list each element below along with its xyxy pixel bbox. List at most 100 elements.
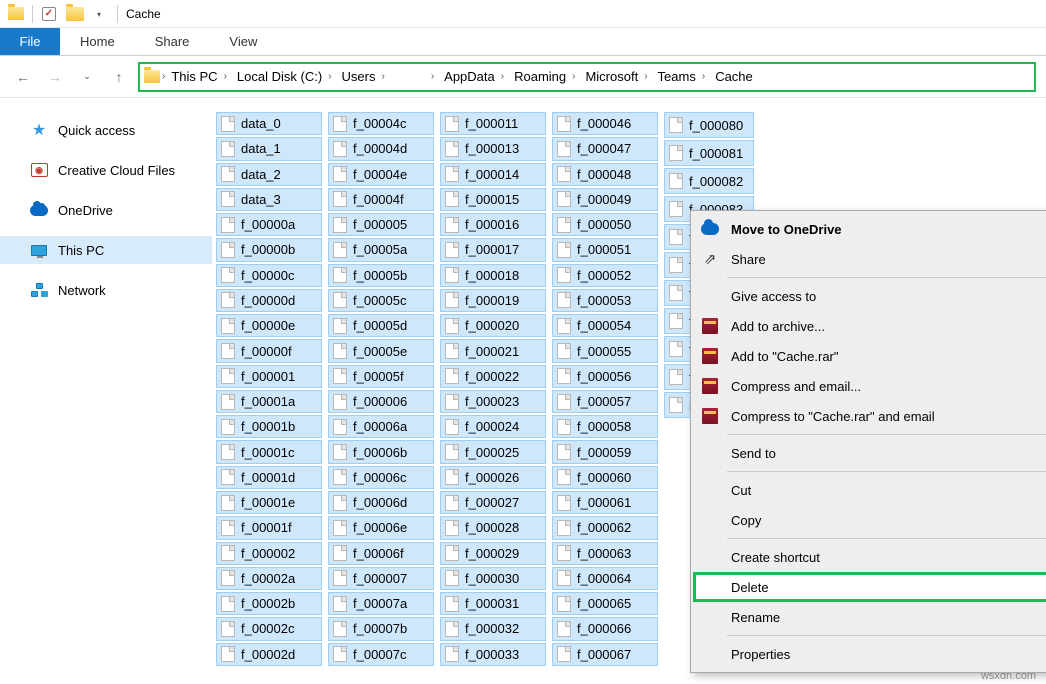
file-item[interactable]: f_000030	[440, 567, 546, 590]
file-item[interactable]: f_000033	[440, 643, 546, 666]
file-item[interactable]: f_000031	[440, 592, 546, 615]
chevron-right-icon[interactable]: ›	[224, 71, 227, 82]
file-item[interactable]: f_00006e	[328, 516, 434, 539]
file-item[interactable]: data_2	[216, 163, 322, 186]
file-item[interactable]: f_000050	[552, 213, 658, 236]
file-item[interactable]: f_000032	[440, 617, 546, 640]
file-item[interactable]: f_000007	[328, 567, 434, 590]
sidebar-item-quick-access[interactable]: ★Quick access	[0, 116, 212, 144]
file-item[interactable]: f_000049	[552, 188, 658, 211]
file-item[interactable]: f_000025	[440, 440, 546, 463]
file-item[interactable]: f_000017	[440, 238, 546, 261]
chevron-right-icon[interactable]: ›	[572, 71, 575, 82]
file-item[interactable]: f_00001c	[216, 440, 322, 463]
file-item[interactable]: f_00001b	[216, 415, 322, 438]
file-item[interactable]: f_000063	[552, 542, 658, 565]
file-item[interactable]: f_000011	[440, 112, 546, 135]
file-item[interactable]: data_0	[216, 112, 322, 135]
file-item[interactable]: f_00007c	[328, 643, 434, 666]
file-item[interactable]: f_000018	[440, 264, 546, 287]
forward-button[interactable]: →	[42, 64, 68, 90]
file-item[interactable]: f_000056	[552, 365, 658, 388]
file-item[interactable]: f_000057	[552, 390, 658, 413]
history-dropdown[interactable]: ⌄	[74, 64, 100, 90]
chevron-right-icon[interactable]: ›	[431, 71, 434, 82]
file-item[interactable]: f_000027	[440, 491, 546, 514]
file-item[interactable]: f_000006	[328, 390, 434, 413]
sidebar-item-creative-cloud[interactable]: ◉Creative Cloud Files	[0, 156, 212, 184]
file-item[interactable]: f_000060	[552, 466, 658, 489]
ctx-move-onedrive[interactable]: Move to OneDrive	[693, 214, 1046, 244]
file-item[interactable]: f_000066	[552, 617, 658, 640]
file-item[interactable]: f_000022	[440, 365, 546, 388]
ctx-rename[interactable]: Rename	[693, 602, 1046, 632]
ctx-compress-cache-email[interactable]: Compress to "Cache.rar" and email	[693, 401, 1046, 431]
file-item[interactable]: f_00005f	[328, 365, 434, 388]
file-item[interactable]: f_00000a	[216, 213, 322, 236]
sidebar-item-onedrive[interactable]: OneDrive	[0, 196, 212, 224]
file-item[interactable]: f_000052	[552, 264, 658, 287]
folder-qat-button[interactable]	[63, 3, 87, 25]
sidebar-item-this-pc[interactable]: This PC	[0, 236, 212, 264]
file-item[interactable]: f_00005e	[328, 339, 434, 362]
ctx-properties[interactable]: Properties	[693, 639, 1046, 669]
qat-dropdown[interactable]: ▾	[89, 3, 113, 25]
file-item[interactable]: f_000055	[552, 339, 658, 362]
file-item[interactable]: f_00001f	[216, 516, 322, 539]
ctx-send-to[interactable]: Send to›	[693, 438, 1046, 468]
ctx-copy[interactable]: Copy	[693, 505, 1046, 535]
ctx-add-archive[interactable]: Add to archive...	[693, 311, 1046, 341]
file-item[interactable]: f_000029	[440, 542, 546, 565]
file-item[interactable]: f_00002d	[216, 643, 322, 666]
ctx-cut[interactable]: Cut	[693, 475, 1046, 505]
chevron-right-icon[interactable]: ›	[702, 71, 705, 82]
file-item[interactable]: f_00001e	[216, 491, 322, 514]
file-item[interactable]: f_000014	[440, 163, 546, 186]
back-button[interactable]: ←	[10, 64, 36, 90]
file-item[interactable]: f_00001d	[216, 466, 322, 489]
file-item[interactable]: f_000059	[552, 440, 658, 463]
file-item[interactable]: f_00002b	[216, 592, 322, 615]
file-item[interactable]: f_000028	[440, 516, 546, 539]
file-item[interactable]: data_3	[216, 188, 322, 211]
properties-qat-button[interactable]: ✓	[37, 3, 61, 25]
ctx-add-cache-rar[interactable]: Add to "Cache.rar"	[693, 341, 1046, 371]
file-item[interactable]: f_000021	[440, 339, 546, 362]
file-item[interactable]: f_000082	[664, 168, 754, 194]
file-item[interactable]: f_00005b	[328, 264, 434, 287]
file-item[interactable]: f_00004e	[328, 163, 434, 186]
file-item[interactable]: f_00002a	[216, 567, 322, 590]
ctx-share[interactable]: ⇗Share	[693, 244, 1046, 274]
file-item[interactable]: f_00007b	[328, 617, 434, 640]
file-item[interactable]: f_000048	[552, 163, 658, 186]
file-item[interactable]: f_000061	[552, 491, 658, 514]
file-item[interactable]: f_00006a	[328, 415, 434, 438]
file-item[interactable]: f_000062	[552, 516, 658, 539]
tab-home[interactable]: Home	[60, 28, 135, 55]
file-item[interactable]: f_000081	[664, 140, 754, 166]
file-item[interactable]: f_000047	[552, 137, 658, 160]
file-item[interactable]: f_000001	[216, 365, 322, 388]
file-item[interactable]: f_00000f	[216, 339, 322, 362]
file-item[interactable]: f_000023	[440, 390, 546, 413]
sidebar-item-network[interactable]: Network	[0, 276, 212, 304]
file-item[interactable]: f_000054	[552, 314, 658, 337]
address-bar[interactable]: › This PC› Local Disk (C:)› Users› › App…	[138, 62, 1036, 92]
file-item[interactable]: f_00004f	[328, 188, 434, 211]
file-item[interactable]: f_000067	[552, 643, 658, 666]
file-item[interactable]: f_000058	[552, 415, 658, 438]
file-item[interactable]: f_000051	[552, 238, 658, 261]
chevron-right-icon[interactable]: ›	[381, 71, 384, 82]
file-item[interactable]: f_000020	[440, 314, 546, 337]
ctx-give-access[interactable]: Give access to›	[693, 281, 1046, 311]
file-item[interactable]: f_000046	[552, 112, 658, 135]
file-item[interactable]: f_00007a	[328, 592, 434, 615]
file-item[interactable]: f_000053	[552, 289, 658, 312]
tab-share[interactable]: Share	[135, 28, 210, 55]
file-tab[interactable]: File	[0, 28, 60, 55]
chevron-right-icon[interactable]: ›	[501, 71, 504, 82]
file-item[interactable]: f_000064	[552, 567, 658, 590]
chevron-right-icon[interactable]: ›	[162, 71, 165, 82]
ctx-delete[interactable]: Delete	[693, 572, 1046, 602]
file-item[interactable]: f_00004d	[328, 137, 434, 160]
